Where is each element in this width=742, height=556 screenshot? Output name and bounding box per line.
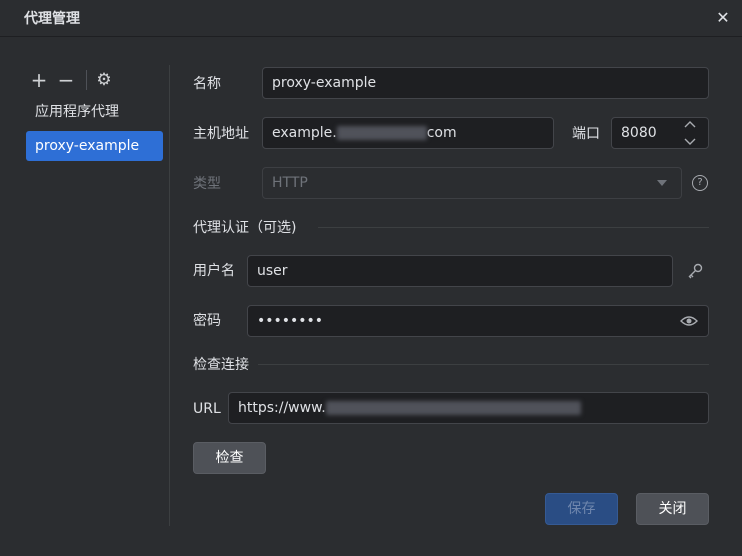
save-button[interactable]: 保存 bbox=[545, 493, 618, 525]
gear-icon[interactable]: ⚙ bbox=[95, 70, 113, 90]
host-label: 主机地址 bbox=[193, 126, 249, 142]
close-icon[interactable]: ✕ bbox=[714, 9, 732, 27]
host-value-suffix: com bbox=[426, 125, 457, 141]
eye-icon[interactable] bbox=[680, 314, 698, 328]
type-label: 类型 bbox=[193, 176, 221, 192]
username-input[interactable]: user bbox=[247, 255, 673, 287]
redacted-host bbox=[336, 126, 427, 140]
host-value-prefix: example. bbox=[272, 125, 337, 141]
chevron-down-icon bbox=[657, 180, 667, 186]
password-label: 密码 bbox=[193, 313, 221, 329]
url-label: URL bbox=[193, 401, 221, 417]
check-button[interactable]: 检查 bbox=[193, 442, 266, 474]
check-section-title: 检查连接 bbox=[193, 357, 249, 373]
url-value-prefix: https://www. bbox=[238, 400, 326, 416]
toolbar-separator bbox=[86, 70, 87, 90]
check-section-divider bbox=[258, 364, 709, 365]
auth-section-title: 代理认证（可选) bbox=[193, 220, 297, 236]
password-input[interactable]: •••••••• bbox=[247, 305, 709, 337]
remove-icon[interactable]: − bbox=[57, 70, 75, 90]
type-select[interactable]: HTTP bbox=[262, 167, 682, 199]
port-label: 端口 bbox=[572, 126, 600, 142]
dialog-title: 代理管理 bbox=[24, 11, 80, 27]
name-input[interactable]: proxy-example bbox=[262, 67, 709, 99]
stepper-arrows-icon[interactable] bbox=[683, 120, 697, 146]
close-button[interactable]: 关闭 bbox=[636, 493, 709, 525]
url-input[interactable]: https://www. bbox=[228, 392, 709, 424]
redacted-url bbox=[325, 401, 581, 415]
name-label: 名称 bbox=[193, 76, 221, 92]
add-icon[interactable]: + bbox=[30, 70, 48, 90]
key-icon[interactable] bbox=[686, 262, 704, 280]
sidebar-item-app-proxy[interactable]: 应用程序代理 bbox=[26, 97, 163, 127]
username-label: 用户名 bbox=[193, 263, 235, 279]
auth-section-divider bbox=[318, 227, 709, 228]
help-icon[interactable]: ? bbox=[692, 175, 708, 191]
sidebar-item-proxy-example[interactable]: proxy-example bbox=[26, 131, 163, 161]
title-bar: 代理管理 ✕ bbox=[0, 0, 742, 37]
host-input[interactable]: example. com bbox=[262, 117, 554, 149]
sidebar-divider bbox=[169, 65, 170, 526]
